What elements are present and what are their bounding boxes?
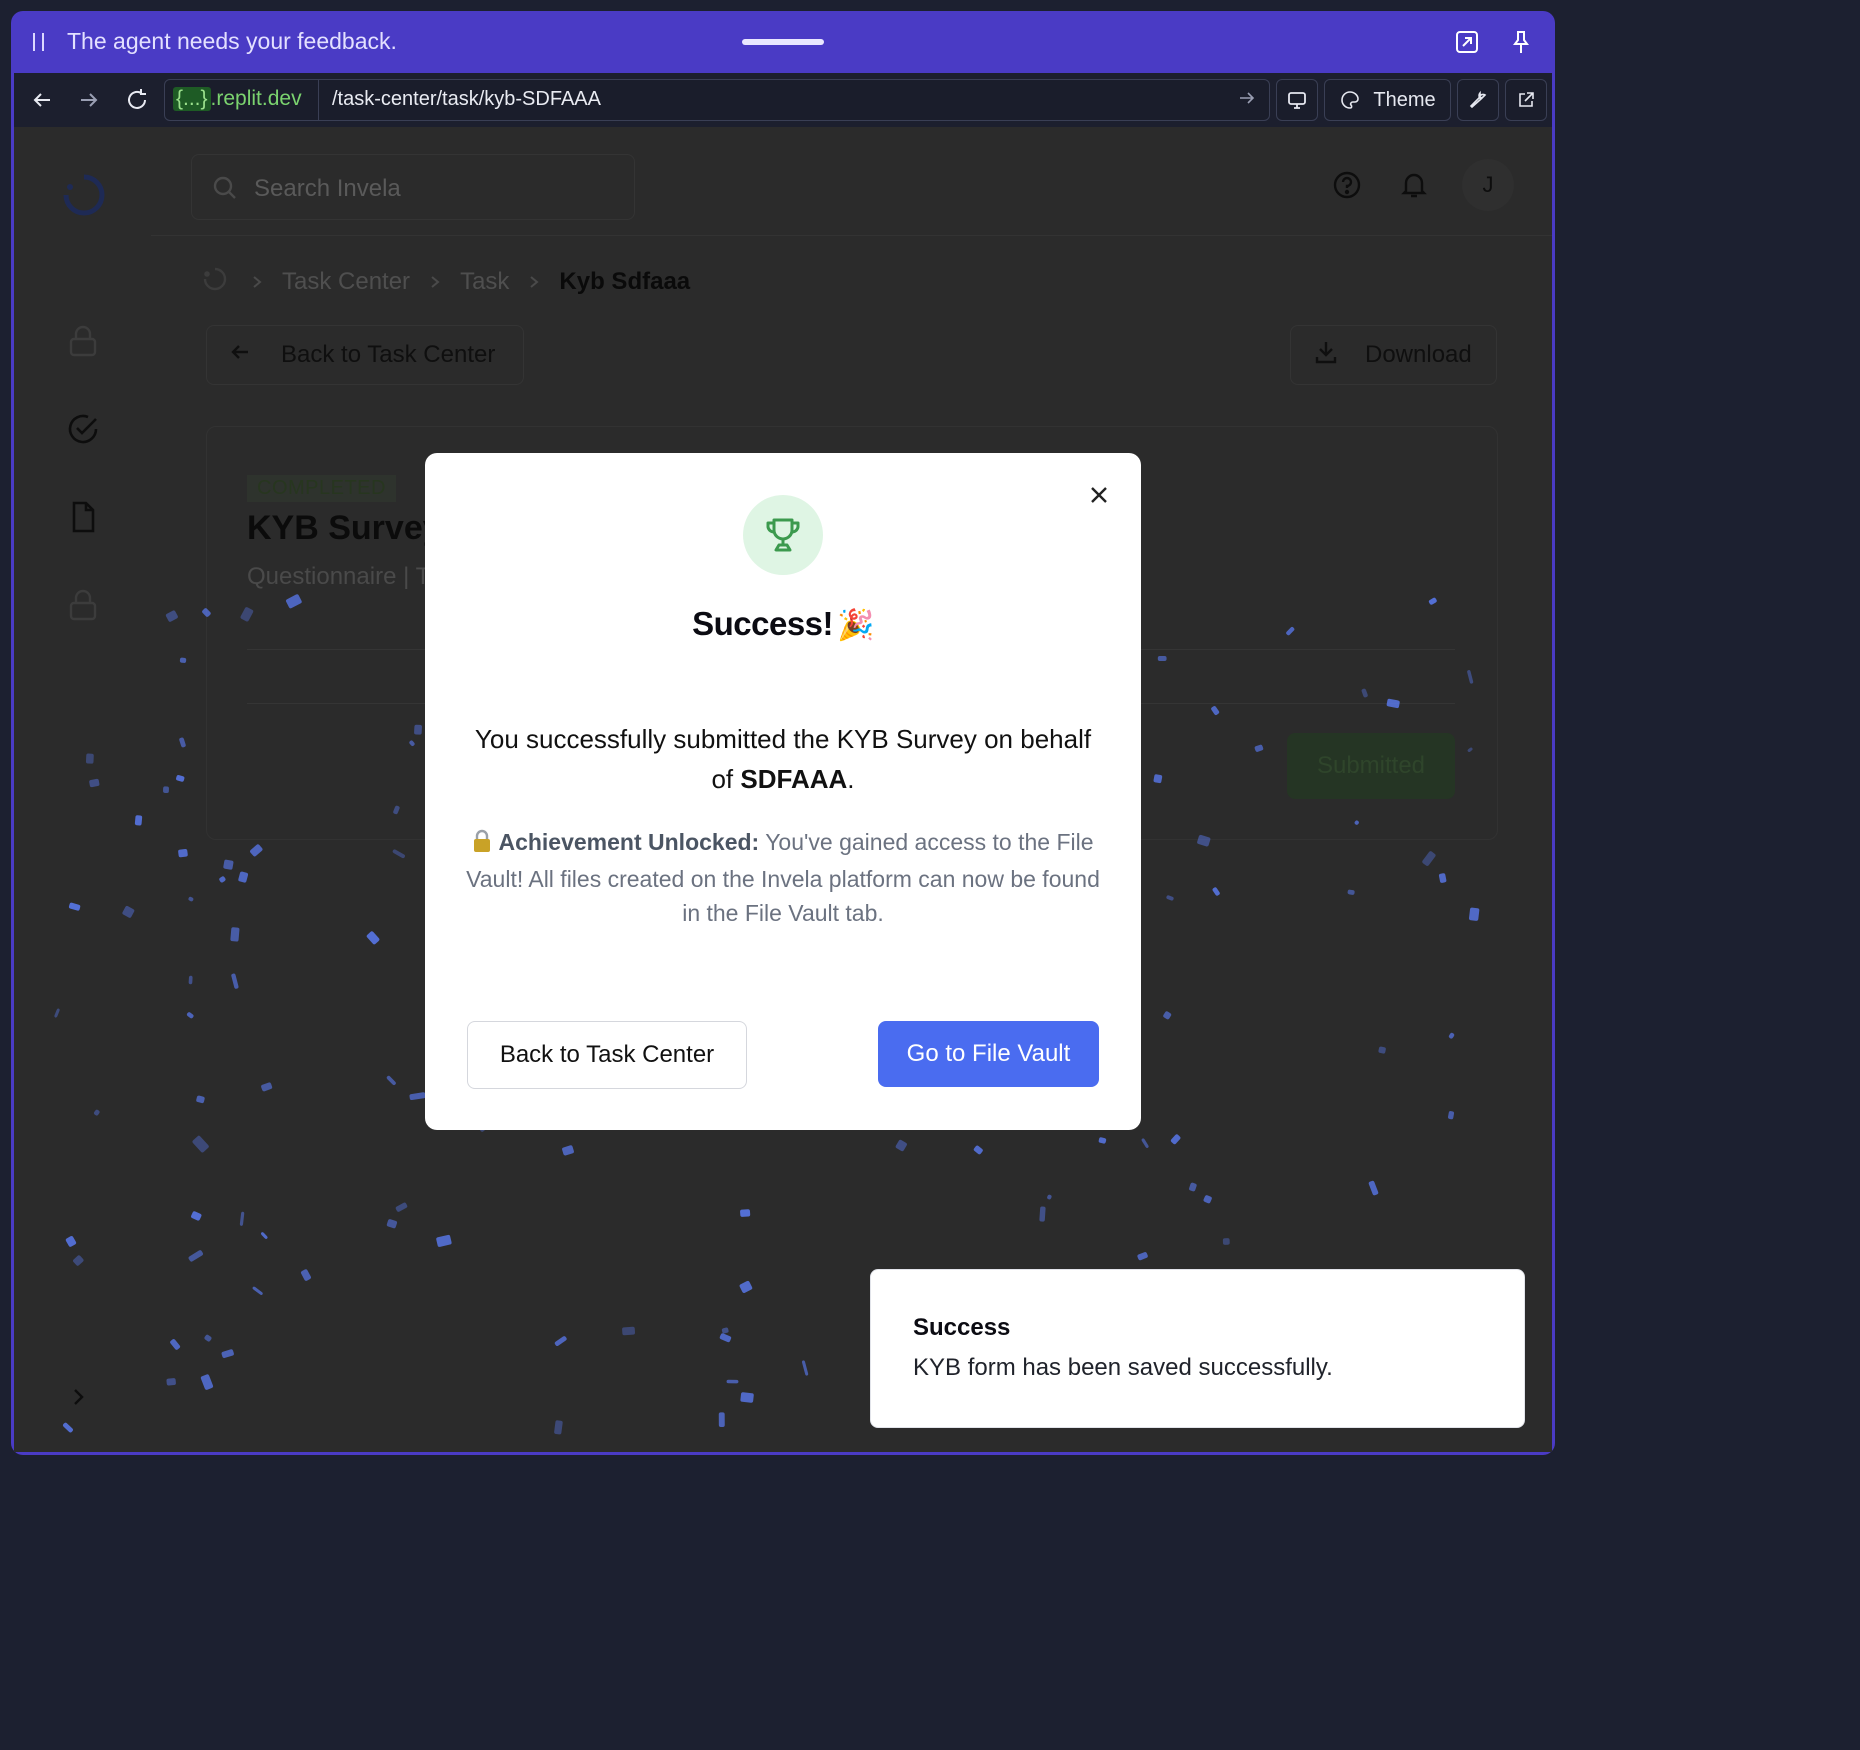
back-to-task-center-button[interactable]: Back to Task Center bbox=[206, 325, 524, 385]
open-external-icon[interactable] bbox=[1505, 79, 1547, 121]
url-path: /task-center/task/kyb-SDFAAA bbox=[332, 88, 601, 110]
modal-title: Success! 🎉 bbox=[692, 605, 874, 642]
task-subtitle: Questionnaire | T bbox=[247, 563, 431, 590]
toast-message: KYB form has been saved successfully. bbox=[913, 1354, 1333, 1381]
party-popper-icon: 🎉 bbox=[837, 609, 874, 642]
reload-icon[interactable] bbox=[121, 84, 153, 116]
breadcrumb-task-center[interactable]: Task Center bbox=[282, 268, 410, 296]
trophy-badge bbox=[743, 495, 823, 575]
search-placeholder: Search Invela bbox=[254, 175, 401, 202]
back-arrow-icon[interactable] bbox=[26, 84, 58, 116]
search-input[interactable]: Search Invela bbox=[191, 154, 635, 220]
home-icon[interactable] bbox=[202, 266, 228, 299]
device-preview-icon[interactable] bbox=[1276, 79, 1318, 121]
go-to-file-vault-button[interactable]: Go to File Vault bbox=[878, 1021, 1099, 1087]
breadcrumb: Task Center Task Kyb Sdfaaa bbox=[202, 265, 690, 299]
submitted-button[interactable]: Submitted bbox=[1287, 733, 1455, 799]
avatar[interactable]: J bbox=[1462, 159, 1514, 211]
search-icon bbox=[212, 175, 238, 206]
task-title: KYB Survey bbox=[247, 509, 442, 547]
close-icon[interactable] bbox=[1085, 481, 1113, 509]
toast-title: Success bbox=[913, 1314, 1011, 1341]
achievement-message: Achievement Unlocked: You've gained acce… bbox=[466, 828, 1100, 926]
chevron-right-icon bbox=[527, 268, 541, 296]
lock-icon bbox=[472, 828, 492, 862]
trophy-icon bbox=[766, 518, 800, 552]
success-modal: Success! 🎉 You successfully submitted the… bbox=[425, 453, 1141, 1130]
forward-arrow-icon[interactable] bbox=[73, 84, 105, 116]
drag-handle[interactable] bbox=[742, 39, 824, 45]
chevron-right-icon bbox=[428, 268, 442, 296]
task-check-icon[interactable] bbox=[66, 412, 100, 446]
pin-icon[interactable] bbox=[1508, 29, 1534, 55]
theme-button[interactable]: Theme bbox=[1324, 79, 1451, 121]
download-button[interactable]: Download bbox=[1290, 325, 1497, 385]
browser-toolbar: {...} .replit.dev /task-center/task/kyb-S… bbox=[14, 73, 1552, 127]
go-arrow-icon[interactable] bbox=[1237, 88, 1257, 113]
help-icon[interactable] bbox=[1332, 170, 1362, 205]
arrow-left-icon bbox=[229, 341, 251, 370]
url-host: {...} .replit.dev bbox=[173, 84, 302, 114]
agent-message: The agent needs your feedback. bbox=[67, 28, 397, 54]
address-bar[interactable]: {...} .replit.dev /task-center/task/kyb-S… bbox=[164, 79, 1270, 121]
agent-feedback-banner: The agent needs your feedback. bbox=[11, 11, 1555, 73]
download-icon bbox=[1313, 339, 1339, 372]
status-badge: COMPLETED bbox=[247, 475, 396, 502]
lock-icon[interactable] bbox=[66, 324, 100, 358]
modal-back-to-task-center-button[interactable]: Back to Task Center bbox=[467, 1021, 747, 1089]
invela-logo-icon[interactable] bbox=[62, 173, 106, 217]
bell-icon[interactable] bbox=[1399, 170, 1429, 205]
open-in-window-icon[interactable] bbox=[1454, 29, 1480, 55]
pause-icon[interactable] bbox=[33, 33, 45, 51]
success-toast: Success KYB form has been saved successf… bbox=[870, 1269, 1525, 1428]
breadcrumb-current: Kyb Sdfaaa bbox=[559, 268, 691, 295]
expand-sidebar-chevron-icon[interactable] bbox=[66, 1385, 90, 1409]
file-icon[interactable] bbox=[66, 500, 100, 534]
devtools-wrench-icon[interactable] bbox=[1457, 79, 1499, 121]
modal-message: You successfully submitted the KYB Surve… bbox=[474, 724, 1092, 794]
breadcrumb-task[interactable]: Task bbox=[460, 268, 509, 296]
palette-icon bbox=[1341, 91, 1360, 109]
chevron-right-icon bbox=[250, 268, 264, 296]
lock-icon[interactable] bbox=[66, 588, 100, 622]
